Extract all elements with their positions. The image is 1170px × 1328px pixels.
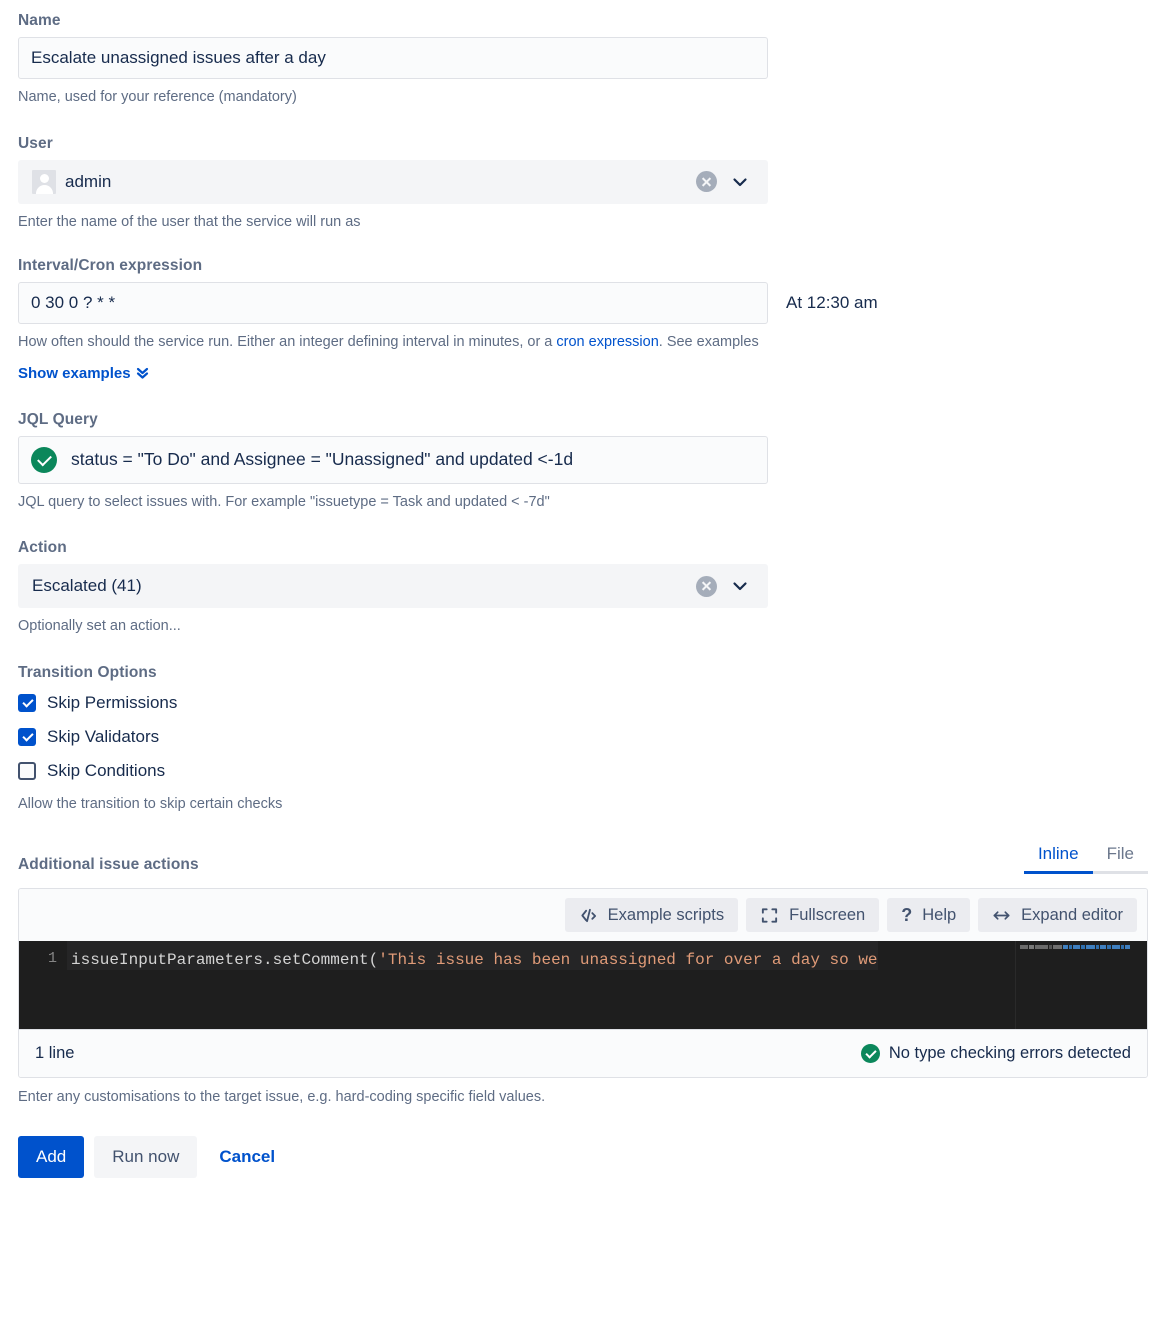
cron-help-suffix: . See examples [658, 334, 759, 351]
cron-expression-link[interactable]: cron expression [556, 334, 658, 350]
fullscreen-icon [760, 906, 779, 925]
user-label: User [18, 134, 53, 152]
cron-row: At 12:30 am [18, 282, 1170, 325]
expand-editor-button[interactable]: Expand editor [978, 898, 1137, 933]
user-help-text: Enter the name of the user that the serv… [18, 213, 361, 230]
fullscreen-button[interactable]: Fullscreen [746, 898, 880, 933]
editor-minimap[interactable] [1015, 941, 1133, 1030]
name-help-text: Name, used for your reference (mandatory… [18, 89, 297, 105]
additional-actions-label: Additional issue actions [18, 856, 199, 874]
jql-input-value: status = "To Do" and Assignee = "Unassig… [71, 449, 574, 470]
editor-status-bar: 1 line No type checking errors detected [19, 1029, 1147, 1078]
editor-source-tabs: Inline File [1023, 844, 1148, 875]
code-content[interactable]: issueInputParameters.setComment('This is… [67, 941, 1147, 1029]
jql-help-text: JQL query to select issues with. For exa… [18, 493, 550, 510]
help-label: Help [922, 905, 957, 924]
cron-field-group: Interval/Cron expression At 12:30 am How… [0, 232, 1170, 383]
example-scripts-button[interactable]: Example scripts [564, 898, 739, 933]
cron-help-prefix: How often should the service run. Either… [18, 334, 557, 351]
cron-help-text: How often should the service run. Either… [18, 333, 1170, 353]
show-examples-link[interactable]: Show examples [18, 365, 149, 382]
name-field-group: Name Name, used for your reference (mand… [0, 0, 1170, 108]
tab-file[interactable]: File [1092, 844, 1148, 875]
transition-options-label: Transition Options [18, 663, 157, 681]
tab-inline[interactable]: Inline [1023, 844, 1093, 875]
checkbox-skip-conditions[interactable]: Skip Conditions [18, 761, 1170, 781]
user-chevron-down-icon[interactable] [732, 174, 748, 190]
checkbox-label: Skip Validators [47, 726, 160, 746]
editor-scrollbar[interactable] [1133, 941, 1147, 1030]
jql-input-wrapper[interactable]: status = "To Do" and Assignee = "Unassig… [18, 435, 768, 484]
checkbox-checked-icon [18, 727, 36, 746]
type-check-status: No type checking errors detected [860, 1044, 1131, 1064]
user-select[interactable]: admin [18, 159, 768, 204]
additional-actions-help-text: Enter any customisations to the target i… [18, 1089, 546, 1106]
checkbox-checked-icon [18, 693, 36, 712]
show-examples-label: Show examples [18, 364, 131, 382]
cron-input[interactable] [18, 282, 768, 325]
action-clear-circle-icon[interactable] [696, 575, 717, 597]
code-string-literal: 'This issue has been unassigned for over… [378, 951, 878, 970]
service-configuration-form: Name Name, used for your reference (mand… [0, 0, 1170, 1328]
action-field-group: Action Escalated (41) Optionally set an … [0, 512, 1170, 637]
user-select-value: admin [32, 169, 696, 194]
editor-toolbar: Example scripts Fullscreen ? Help Expand… [19, 889, 1147, 942]
form-actions: Add Run now Cancel [0, 1108, 1170, 1178]
expand-horizontal-icon [992, 906, 1011, 925]
action-help-text: Optionally set an action... [18, 618, 181, 635]
transition-options-help-text: Allow the transition to skip certain che… [18, 795, 283, 812]
code-brackets-icon [579, 906, 598, 925]
example-scripts-label: Example scripts [607, 905, 725, 924]
code-line-1: issueInputParameters.setComment('This is… [67, 941, 878, 971]
user-clear-circle-icon[interactable] [696, 171, 717, 193]
name-label: Name [18, 12, 61, 29]
line-count-label: 1 line [35, 1044, 75, 1063]
action-label: Action [18, 539, 67, 557]
additional-actions-header: Additional issue actions Inline File [0, 844, 1170, 875]
cron-description: At 12:30 am [786, 293, 878, 313]
fullscreen-label: Fullscreen [789, 905, 866, 924]
double-chevron-down-icon [136, 366, 149, 380]
checkbox-skip-permissions[interactable]: Skip Permissions [18, 693, 1170, 713]
user-avatar-icon [32, 169, 56, 194]
checkbox-label: Skip Conditions [47, 760, 166, 780]
jql-check-circle-icon [31, 446, 57, 473]
name-input[interactable] [18, 37, 768, 79]
checkbox-skip-validators[interactable]: Skip Validators [18, 727, 1170, 747]
help-button[interactable]: ? Help [887, 898, 971, 933]
script-editor: Example scripts Fullscreen ? Help Expand… [18, 888, 1148, 1079]
type-check-circle-icon [860, 1044, 880, 1064]
additional-issue-actions-group: Additional issue actions Inline File Exa… [0, 814, 1170, 1108]
jql-label: JQL Query [18, 410, 98, 428]
minimap-code-row [1020, 945, 1130, 950]
cancel-button[interactable]: Cancel [207, 1136, 287, 1178]
action-select-value: Escalated (41) [32, 576, 142, 596]
expand-editor-label: Expand editor [1021, 905, 1123, 924]
cron-label: Interval/Cron expression [18, 257, 203, 275]
jql-field-group: JQL Query status = "To Do" and Assignee … [0, 383, 1170, 513]
action-chevron-down-icon[interactable] [732, 578, 748, 594]
checkbox-unchecked-icon [18, 761, 36, 780]
transition-options-group: Transition Options Skip Permissions Skip… [0, 637, 1170, 815]
code-editor-area[interactable]: 1 issueInputParameters.setComment('This … [19, 941, 1147, 1030]
type-check-label: No type checking errors detected [888, 1044, 1131, 1063]
question-mark-icon: ? [901, 905, 913, 926]
user-field-group: User admin Enter the name of the user th… [0, 108, 1170, 233]
action-select[interactable]: Escalated (41) [18, 564, 768, 609]
user-select-text: admin [65, 171, 112, 191]
run-now-button[interactable]: Run now [94, 1135, 198, 1178]
checkbox-label: Skip Permissions [47, 692, 178, 712]
add-button[interactable]: Add [18, 1135, 85, 1178]
code-line-number: 1 [47, 950, 57, 968]
code-prefix: issueInputParameters.setComment( [71, 951, 379, 970]
